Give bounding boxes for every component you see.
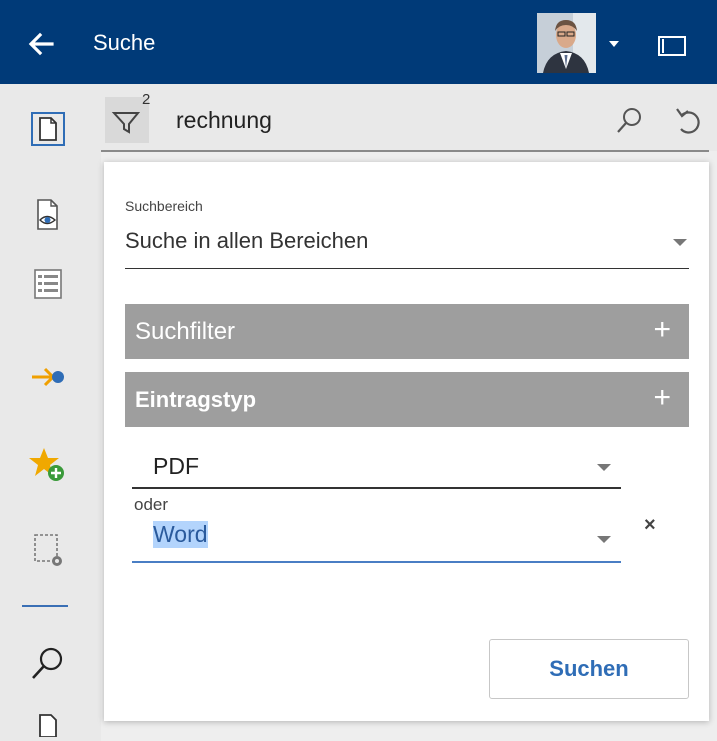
search-options-panel: Suchbereich Suche in allen Bereichen Suc… [104,162,709,721]
favorite-add-icon [29,448,64,481]
sidebar-item-workflow[interactable] [18,350,78,404]
search-area-label: Suchbereich [125,198,203,214]
app-header: Suche [0,0,717,84]
entry-type-select-1[interactable]: PDF [132,443,621,489]
profile-menu-button[interactable] [604,34,624,54]
entry-type-value-2: Word [153,521,208,548]
search-submit-label: Suchen [549,656,629,681]
reset-icon [676,108,700,134]
search-area-value: Suche in allen Bereichen [125,228,369,253]
panel-toggle-icon [658,36,686,56]
back-button[interactable] [22,24,62,64]
sidebar-item-more[interactable] [18,701,78,741]
user-avatar[interactable] [537,13,596,73]
entry-type-value-1: PDF [153,453,199,479]
sidebar-item-list[interactable] [18,257,78,311]
chevron-down-icon [597,464,611,471]
arrow-dot-icon [32,367,64,387]
list-view-icon [34,269,62,299]
plus-icon: + [653,381,671,414]
document-icon [39,714,57,737]
search-bar: 2 [101,84,717,151]
sidebar-item-selection[interactable] [18,523,78,577]
search-icon [617,108,641,133]
or-label: oder [134,495,169,514]
panel-toggle-button[interactable] [652,28,692,64]
sidebar-item-document[interactable] [18,102,78,156]
chevron-down-icon [597,536,611,543]
section-entry-type[interactable]: Eintragstyp + [125,372,689,427]
section-search-filter[interactable]: Suchfilter + [125,304,689,359]
page-title: Suche [93,30,156,55]
remove-entry-type-button[interactable]: × [644,514,664,536]
search-underline [101,150,709,152]
search-area-select[interactable]: Suche in allen Bereichen [125,224,689,269]
sidebar [0,84,101,741]
search-button[interactable] [613,105,645,137]
selection-settings-icon [34,534,62,566]
entry-type-select-2[interactable]: Word [132,516,621,563]
sidebar-item-preview[interactable] [18,188,78,242]
document-icon [31,112,65,146]
app-window: Suche 2 rechnung Suchbereich Suche in al… [0,0,717,741]
section-search-filter-title: Suchfilter [135,318,236,345]
plus-icon: + [653,313,671,346]
sidebar-item-search[interactable] [18,637,78,691]
sidebar-divider [22,605,68,607]
chevron-down-icon [673,239,687,246]
caret-down-icon [609,41,619,47]
sidebar-item-favorites[interactable] [18,438,78,492]
avatar-image [537,13,596,73]
reset-button[interactable] [673,104,705,138]
arrow-left-icon [28,32,54,56]
search-icon [32,647,63,679]
search-submit-button[interactable]: Suchen [489,639,689,699]
search-input[interactable] [176,105,596,135]
section-entry-type-title: Eintragstyp [135,387,257,412]
document-preview-icon [37,199,58,230]
filter-count-badge: 2 [142,91,151,108]
